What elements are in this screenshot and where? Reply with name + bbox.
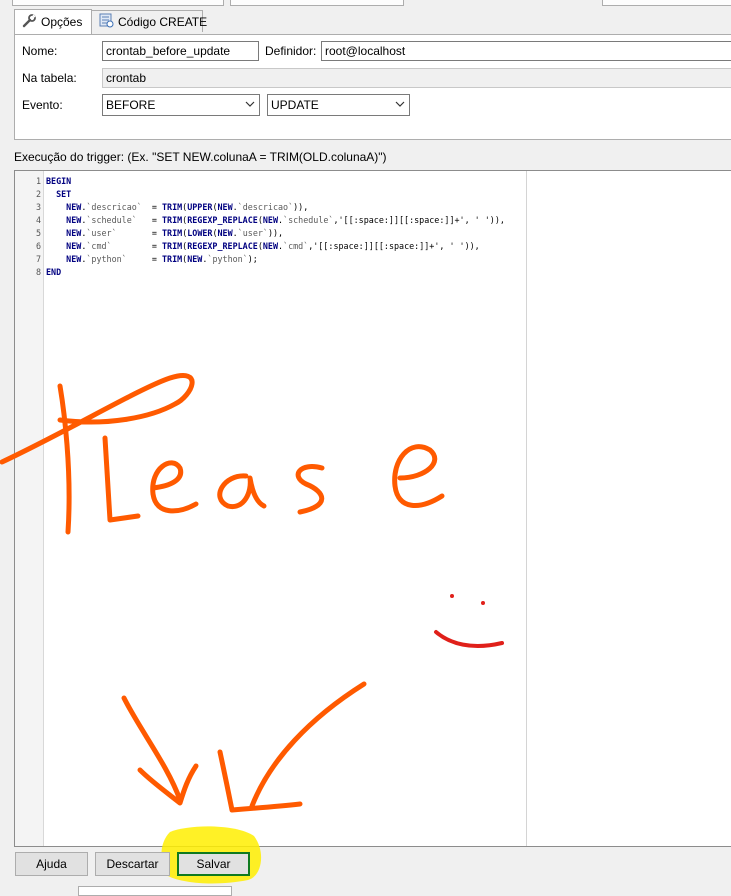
chevron-down-icon [395,98,405,112]
line-number: 2 [35,189,41,199]
top-tab-remnant [12,0,224,6]
code-text: SET [56,189,72,199]
line-number: 5 [35,228,41,238]
event-select[interactable]: UPDATE [267,94,410,116]
save-button[interactable]: Salvar [177,852,250,876]
line-number: 3 [35,202,41,212]
tab-options[interactable]: Opções [14,9,92,34]
name-label: Nome: [22,44,58,58]
line-number: 7 [35,254,41,264]
name-input[interactable]: crontab_before_update [102,41,259,61]
definer-label: Definidor: [265,44,317,58]
event-select-value: UPDATE [271,98,319,112]
line-number: 6 [35,241,41,251]
trigger-code-editor[interactable]: 1 BEGIN 2 SET 3 NEW.`descricao` = TRIM(UPPE… [14,170,731,847]
code-text: NEW.`cmd` = TRIM(REGEXP_REPLACE(NEW.`cmd… [66,241,480,251]
discard-button[interactable]: Descartar [95,852,170,876]
event-label: Evento: [22,98,63,112]
execution-label: Execução do trigger: (Ex. "SET NEW.colun… [14,150,387,164]
code-text: NEW.`descricao` = TRIM(UPPER(NEW.`descri… [66,202,309,212]
script-icon [98,12,114,31]
code-text: END [46,267,62,277]
tab-options-label: Opções [41,15,83,29]
help-button[interactable]: Ajuda [15,852,88,876]
bottom-tab-remnant [78,886,232,896]
top-tab-remnant [602,0,731,6]
right-margin-guide [526,171,527,846]
top-window-strip [0,0,731,6]
wrench-icon [21,13,37,32]
definer-input[interactable]: root@localhost [321,41,731,61]
tab-create-code-label: Código CREATE [118,14,208,29]
options-panel: Nome: crontab_before_update Definidor: r… [14,34,731,140]
top-tab-remnant [230,0,404,6]
trigger-editor-window: { "tabs": [ {"label": "Opções", "icon": … [0,0,731,896]
line-number: 4 [35,215,41,225]
tab-create-code[interactable]: Código CREATE [91,10,207,32]
code-text: NEW.`user` = TRIM(LOWER(NEW.`user`)), [66,228,284,238]
code-text: BEGIN [46,176,72,186]
chevron-down-icon [245,98,255,112]
table-label: Na tabela: [22,71,77,85]
line-number: 1 [35,176,41,186]
timing-select[interactable]: BEFORE [102,94,260,116]
timing-select-value: BEFORE [106,98,156,112]
bottom-window-strip [0,884,731,896]
line-number: 8 [35,267,41,277]
code-text: NEW.`python` = TRIM(NEW.`python`); [66,254,258,264]
code-text: NEW.`schedule` = TRIM(REGEXP_REPLACE(NEW… [66,215,505,225]
table-field: crontab [102,68,731,88]
